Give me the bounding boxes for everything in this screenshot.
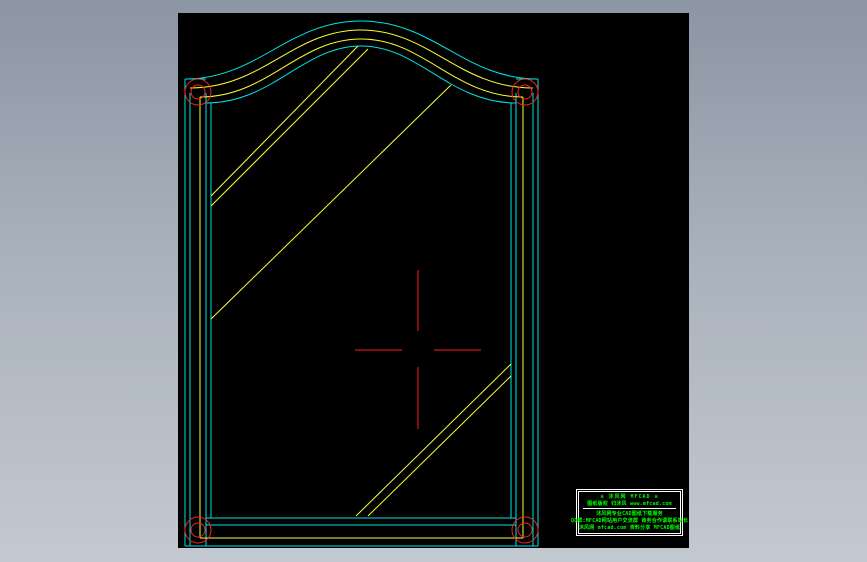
cad-crosshair-cursor [355, 270, 481, 429]
cad-drawing-viewport[interactable]: ≡ 沐风网 MFCAD ≡ 图纸版权 归沐风 www.mfcad.com 沐风网… [178, 13, 689, 548]
glass-panel-lines [189, 29, 534, 539]
title-block-copyright: 图纸版权 归沐风 www.mfcad.com [587, 500, 672, 507]
title-block-service: 沐风网专业CAD图纸下载服务 [596, 510, 663, 517]
reflection-line-4 [355, 363, 512, 517]
corner-rosette-bottom-left [184, 516, 212, 544]
cabinet-door-drawing [184, 20, 539, 547]
top-arch-bead-inner [199, 38, 524, 98]
corner-rosette-top-left [184, 78, 212, 106]
top-arch-inner [205, 45, 517, 104]
reflection-line-3 [210, 84, 452, 320]
title-block-contact: QQ群:MFCAD网站用户交流群 商务合作请联系站长 [570, 517, 689, 524]
drawing-title-block: ≡ 沐风网 MFCAD ≡ 图纸版权 归沐风 www.mfcad.com 沐风网… [571, 489, 688, 536]
title-block-divider [583, 508, 676, 510]
corner-rosettes [184, 78, 539, 544]
door-frame-outline [184, 20, 539, 547]
title-block-footer: 沐风网 mfcad.com 资料分享 MFCAD图纸 [578, 525, 681, 532]
reflection-line-1 [210, 45, 359, 197]
corner-rosette-top-right [511, 78, 539, 106]
reflection-line-5 [367, 375, 512, 517]
title-block-header: ≡ 沐风网 MFCAD ≡ [600, 493, 659, 500]
